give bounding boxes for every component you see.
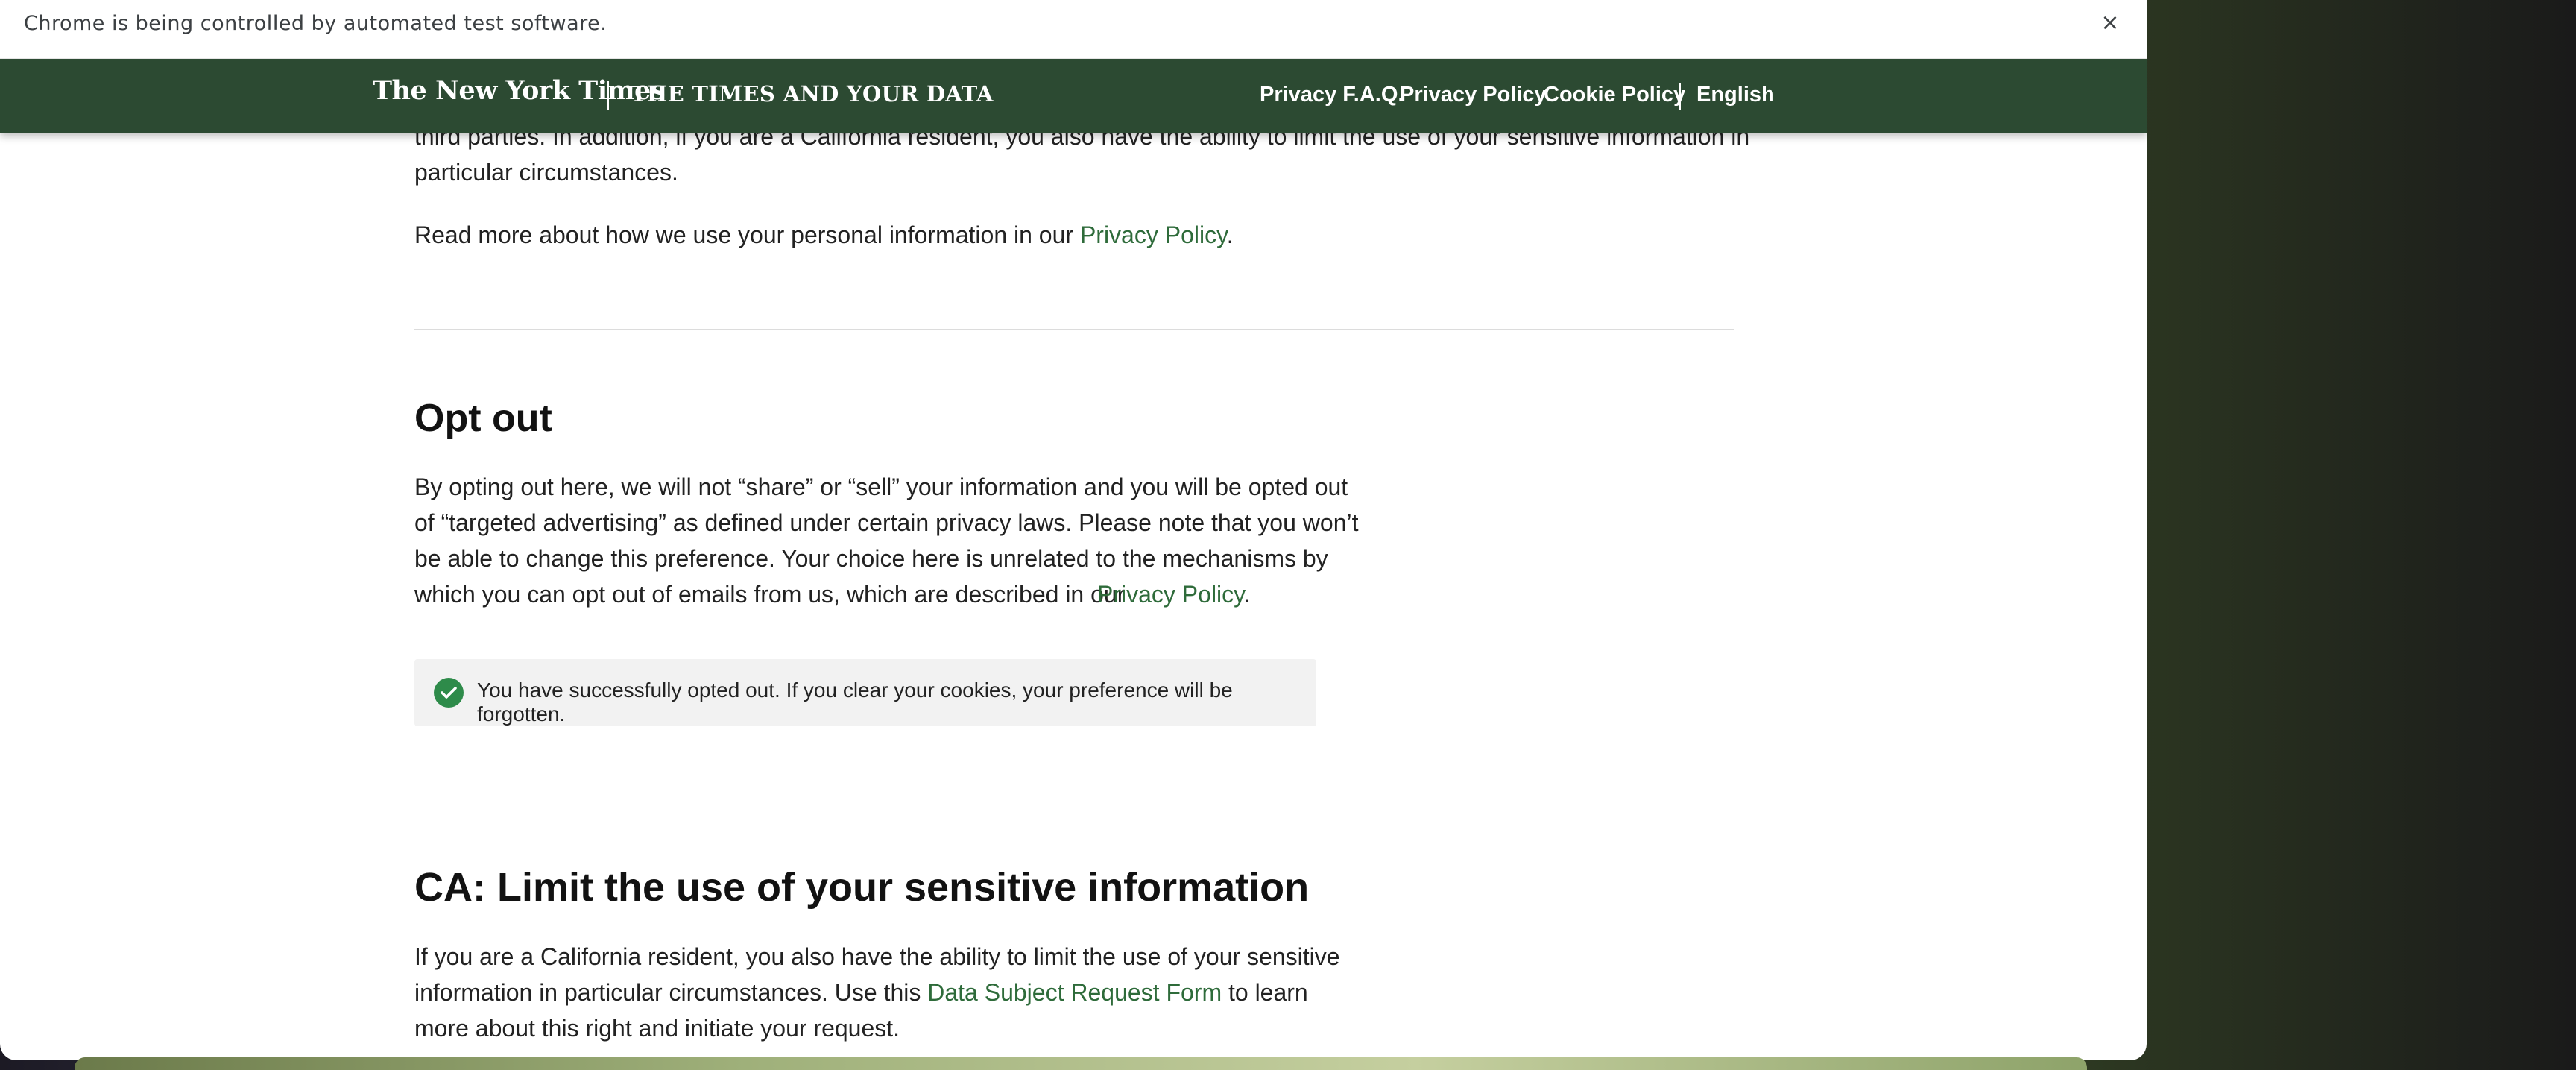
privacy-policy-link[interactable]: Privacy Policy xyxy=(1080,221,1227,248)
nav-privacy-faq[interactable]: Privacy F.A.Q. xyxy=(1260,83,1404,107)
close-icon[interactable]: × xyxy=(2099,12,2121,34)
nav-separator xyxy=(1679,83,1681,110)
background-window-peek xyxy=(75,1057,2087,1070)
period: . xyxy=(1243,581,1251,608)
opt-out-success-alert: You have successfully opted out. If you … xyxy=(414,659,1316,726)
nav-cookie-policy[interactable]: Cookie Policy xyxy=(1544,83,1685,107)
nav-language-english[interactable]: English xyxy=(1696,83,1775,107)
read-more-text: Read more about how we use your personal… xyxy=(414,221,1074,248)
ca-limit-heading: CA: Limit the use of your sensitive info… xyxy=(414,865,1310,910)
page-viewport: The New York Times THE TIMES AND YOUR DA… xyxy=(0,59,2147,1060)
ca-line-1: If you are a California resident, you al… xyxy=(414,943,1340,970)
ca-line-2: information in particular circumstances.… xyxy=(414,975,1308,1010)
ca-line-3: more about this right and initiate your … xyxy=(414,1015,900,1042)
opt-out-link-line: Privacy Policy. xyxy=(1097,576,1251,612)
infobar-message: Chrome is being controlled by automated … xyxy=(24,12,607,35)
section-divider xyxy=(414,329,1734,330)
opt-out-line-4: which you can opt out of emails from us,… xyxy=(414,581,1126,608)
browser-window: Chrome is being controlled by automated … xyxy=(0,0,2147,1060)
intro-line-2: particular circumstances. xyxy=(414,159,678,186)
check-circle-icon xyxy=(434,678,464,708)
header-nav: Privacy F.A.Q. Privacy Policy Cookie Pol… xyxy=(0,83,2147,113)
data-subject-request-form-link[interactable]: Data Subject Request Form xyxy=(927,979,1222,1006)
opt-out-heading: Opt out xyxy=(414,397,552,440)
alert-message: You have successfully opted out. If you … xyxy=(477,679,1233,726)
nav-privacy-policy[interactable]: Privacy Policy xyxy=(1400,83,1547,107)
opt-out-line-2: of “targeted advertising” as defined und… xyxy=(414,509,1359,536)
opt-out-privacy-policy-link[interactable]: Privacy Policy xyxy=(1097,581,1244,608)
opt-out-line-3: be able to change this preference. Your … xyxy=(414,545,1328,572)
opt-out-line-1: By opting out here, we will not “share” … xyxy=(414,473,1348,500)
read-more-line: Read more about how we use your personal… xyxy=(414,217,1234,253)
period: . xyxy=(1226,221,1234,248)
automation-infobar: Chrome is being controlled by automated … xyxy=(0,0,2147,59)
site-header: The New York Times THE TIMES AND YOUR DA… xyxy=(0,59,2147,133)
ca-line-2-suffix: to learn xyxy=(1228,979,1308,1006)
ca-line-2-text: information in particular circumstances.… xyxy=(414,979,921,1006)
